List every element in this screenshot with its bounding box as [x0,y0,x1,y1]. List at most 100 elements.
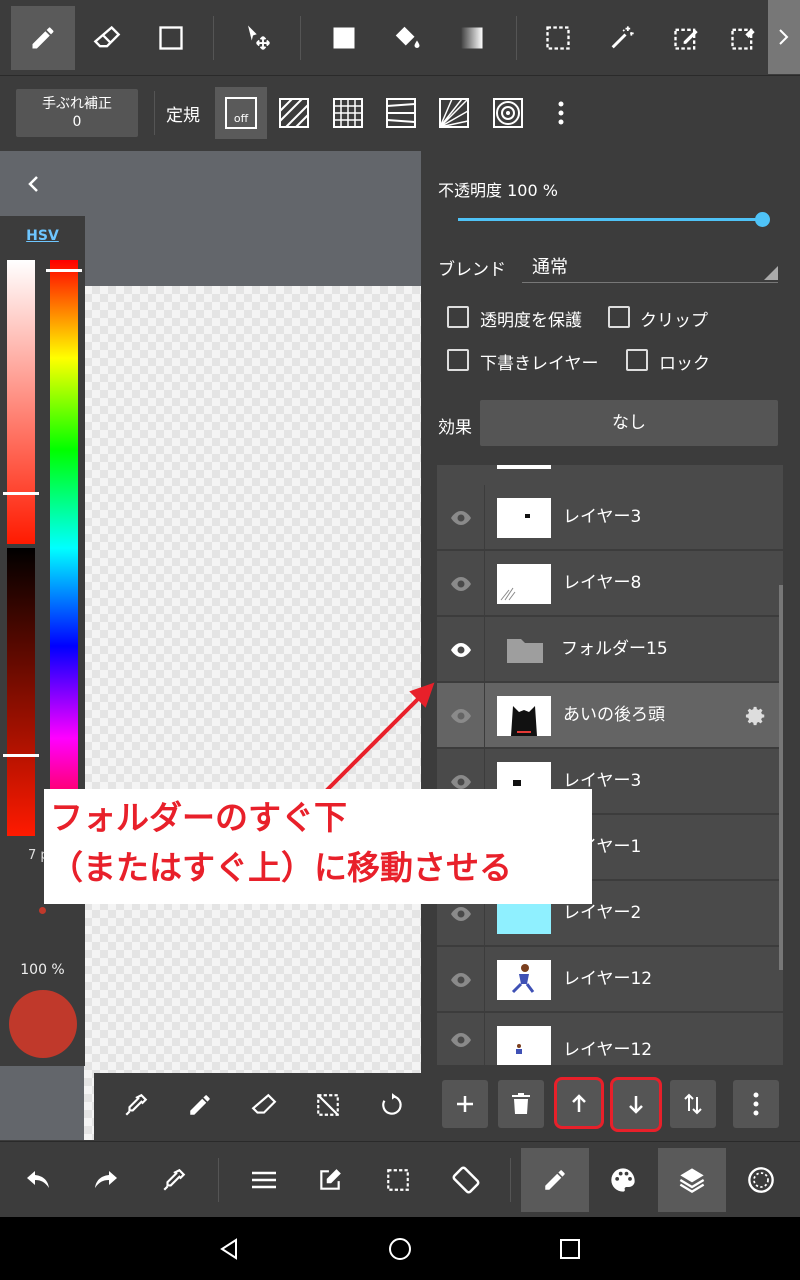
color-mode-toggle[interactable]: HSV [0,228,85,244]
menu-button[interactable] [240,1156,288,1204]
add-layer-button[interactable] [442,1080,488,1128]
value-slider[interactable] [7,548,35,836]
layer-row[interactable]: レイヤー12 [437,1013,783,1066]
eye-icon [450,576,471,591]
layer-settings-button[interactable] [743,703,769,729]
pen-icon [32,27,54,49]
layer-opacity-handle[interactable] [755,212,770,227]
pen-tool-button[interactable] [11,6,75,70]
clip-checkbox[interactable] [608,306,630,328]
hue-handle[interactable] [46,269,82,272]
concentric-ruler-button[interactable] [482,87,534,139]
visibility-toggle[interactable] [437,947,485,1012]
shape-tool-button[interactable] [139,6,203,70]
bottom-eyedropper-button[interactable] [150,1156,198,1204]
brush-panel-button[interactable] [521,1148,589,1212]
layer-thumbnail [497,498,551,538]
lock-checkbox[interactable] [626,349,648,371]
visibility-toggle[interactable] [437,1013,485,1065]
value-handle[interactable] [3,754,39,757]
rotate-screen-icon [452,1166,480,1194]
perspective-h-ruler-button[interactable] [375,87,427,139]
deselect-button[interactable] [306,1083,350,1127]
gradient-tool-button[interactable] [440,6,504,70]
swap-vertical-icon [684,1093,702,1115]
chevron-left-icon [28,176,38,192]
folder-row[interactable]: フォルダー15 [437,617,783,682]
selection-pen-icon [674,28,698,50]
move-layer-up-button[interactable] [554,1077,604,1129]
gradient-icon [461,27,483,49]
visibility-toggle[interactable] [437,485,485,550]
magic-wand-button[interactable] [590,6,654,70]
trash-icon [512,1093,530,1114]
layer-row[interactable]: レイヤー3 [437,485,783,550]
annotation-box: フォルダーのすぐ下 （またはすぐ上）に移動させる [44,789,592,904]
toolbar-expand-button[interactable] [768,0,800,74]
nav-recents-button[interactable] [546,1227,594,1271]
globe-grid-icon [748,1167,774,1193]
undo-button[interactable] [14,1156,62,1204]
quick-pen-button[interactable] [178,1083,222,1127]
saturation-handle[interactable] [3,492,39,495]
filled-square-icon [333,27,355,49]
fill-rect-tool-button[interactable] [312,6,376,70]
ruler-off-button[interactable]: off [215,87,267,139]
select-pen-button[interactable] [654,6,718,70]
transform-button[interactable] [442,1156,490,1204]
layer-thumbnail [497,960,551,1000]
edit-button[interactable] [306,1156,354,1204]
collapse-panel-button[interactable] [18,168,48,200]
selection-icon [546,26,570,50]
radial-ruler-button[interactable] [428,87,480,139]
layer-partial [437,465,783,485]
grid-ruler-button[interactable] [322,87,374,139]
current-color-swatch[interactable] [9,990,77,1058]
stabilizer-label: 手ぶれ補正 [42,96,112,112]
rotate-canvas-button[interactable] [370,1083,414,1127]
layers-panel-button[interactable] [658,1148,726,1212]
protect-alpha-checkbox[interactable] [447,306,469,328]
eraser-tool-button[interactable] [75,6,139,70]
delete-layer-button[interactable] [498,1080,544,1128]
visibility-toggle[interactable] [437,551,485,616]
eyedropper-button[interactable] [114,1083,158,1127]
select-eraser-button[interactable] [718,6,768,70]
selection-button[interactable] [374,1156,422,1204]
layer-opacity-slider[interactable] [458,218,763,221]
effect-button[interactable]: なし [480,400,778,446]
redo-button[interactable] [82,1156,130,1204]
draft-layer-checkbox[interactable] [447,349,469,371]
quick-eraser-button[interactable] [242,1083,286,1127]
color-palette-button[interactable] [599,1156,647,1204]
material-button[interactable] [737,1156,785,1204]
layer-row[interactable]: レイヤー8 [437,551,783,616]
more-vertical-icon [753,1092,759,1116]
stabilizer-button[interactable]: 手ぶれ補正 0 [16,89,138,137]
brush-opacity-label: 100 % [20,962,65,978]
layer-list-scrollbar[interactable] [779,585,783,970]
select-tool-button[interactable] [526,6,590,70]
bucket-tool-button[interactable] [375,6,439,70]
nav-home-button[interactable] [376,1227,424,1271]
parallel-ruler-button[interactable] [268,87,320,139]
eraser-icon [251,1093,277,1114]
blend-select[interactable]: 通常 [522,245,778,283]
nav-back-button[interactable] [205,1227,253,1271]
saturation-slider[interactable] [7,260,35,544]
radial-lines-icon [439,98,469,128]
more-vertical-icon [558,101,564,125]
move-layer-down-button[interactable] [610,1077,662,1132]
android-nav-bar [0,1217,800,1280]
parallel-lines-icon [279,98,309,128]
layer-name: フォルダー15 [561,639,668,659]
eraser-icon [93,25,121,48]
color-panel: HSV 7 p 100 % [0,216,85,1066]
layer-merge-button[interactable] [670,1080,716,1128]
ruler-more-button[interactable] [535,87,587,139]
layer-row[interactable]: レイヤー12 [437,947,783,1012]
layer-more-button[interactable] [733,1080,779,1128]
hue-slider[interactable] [50,260,78,836]
move-tool-button[interactable] [226,6,290,70]
layer-row-selected[interactable]: あいの後ろ頭 [437,683,783,748]
